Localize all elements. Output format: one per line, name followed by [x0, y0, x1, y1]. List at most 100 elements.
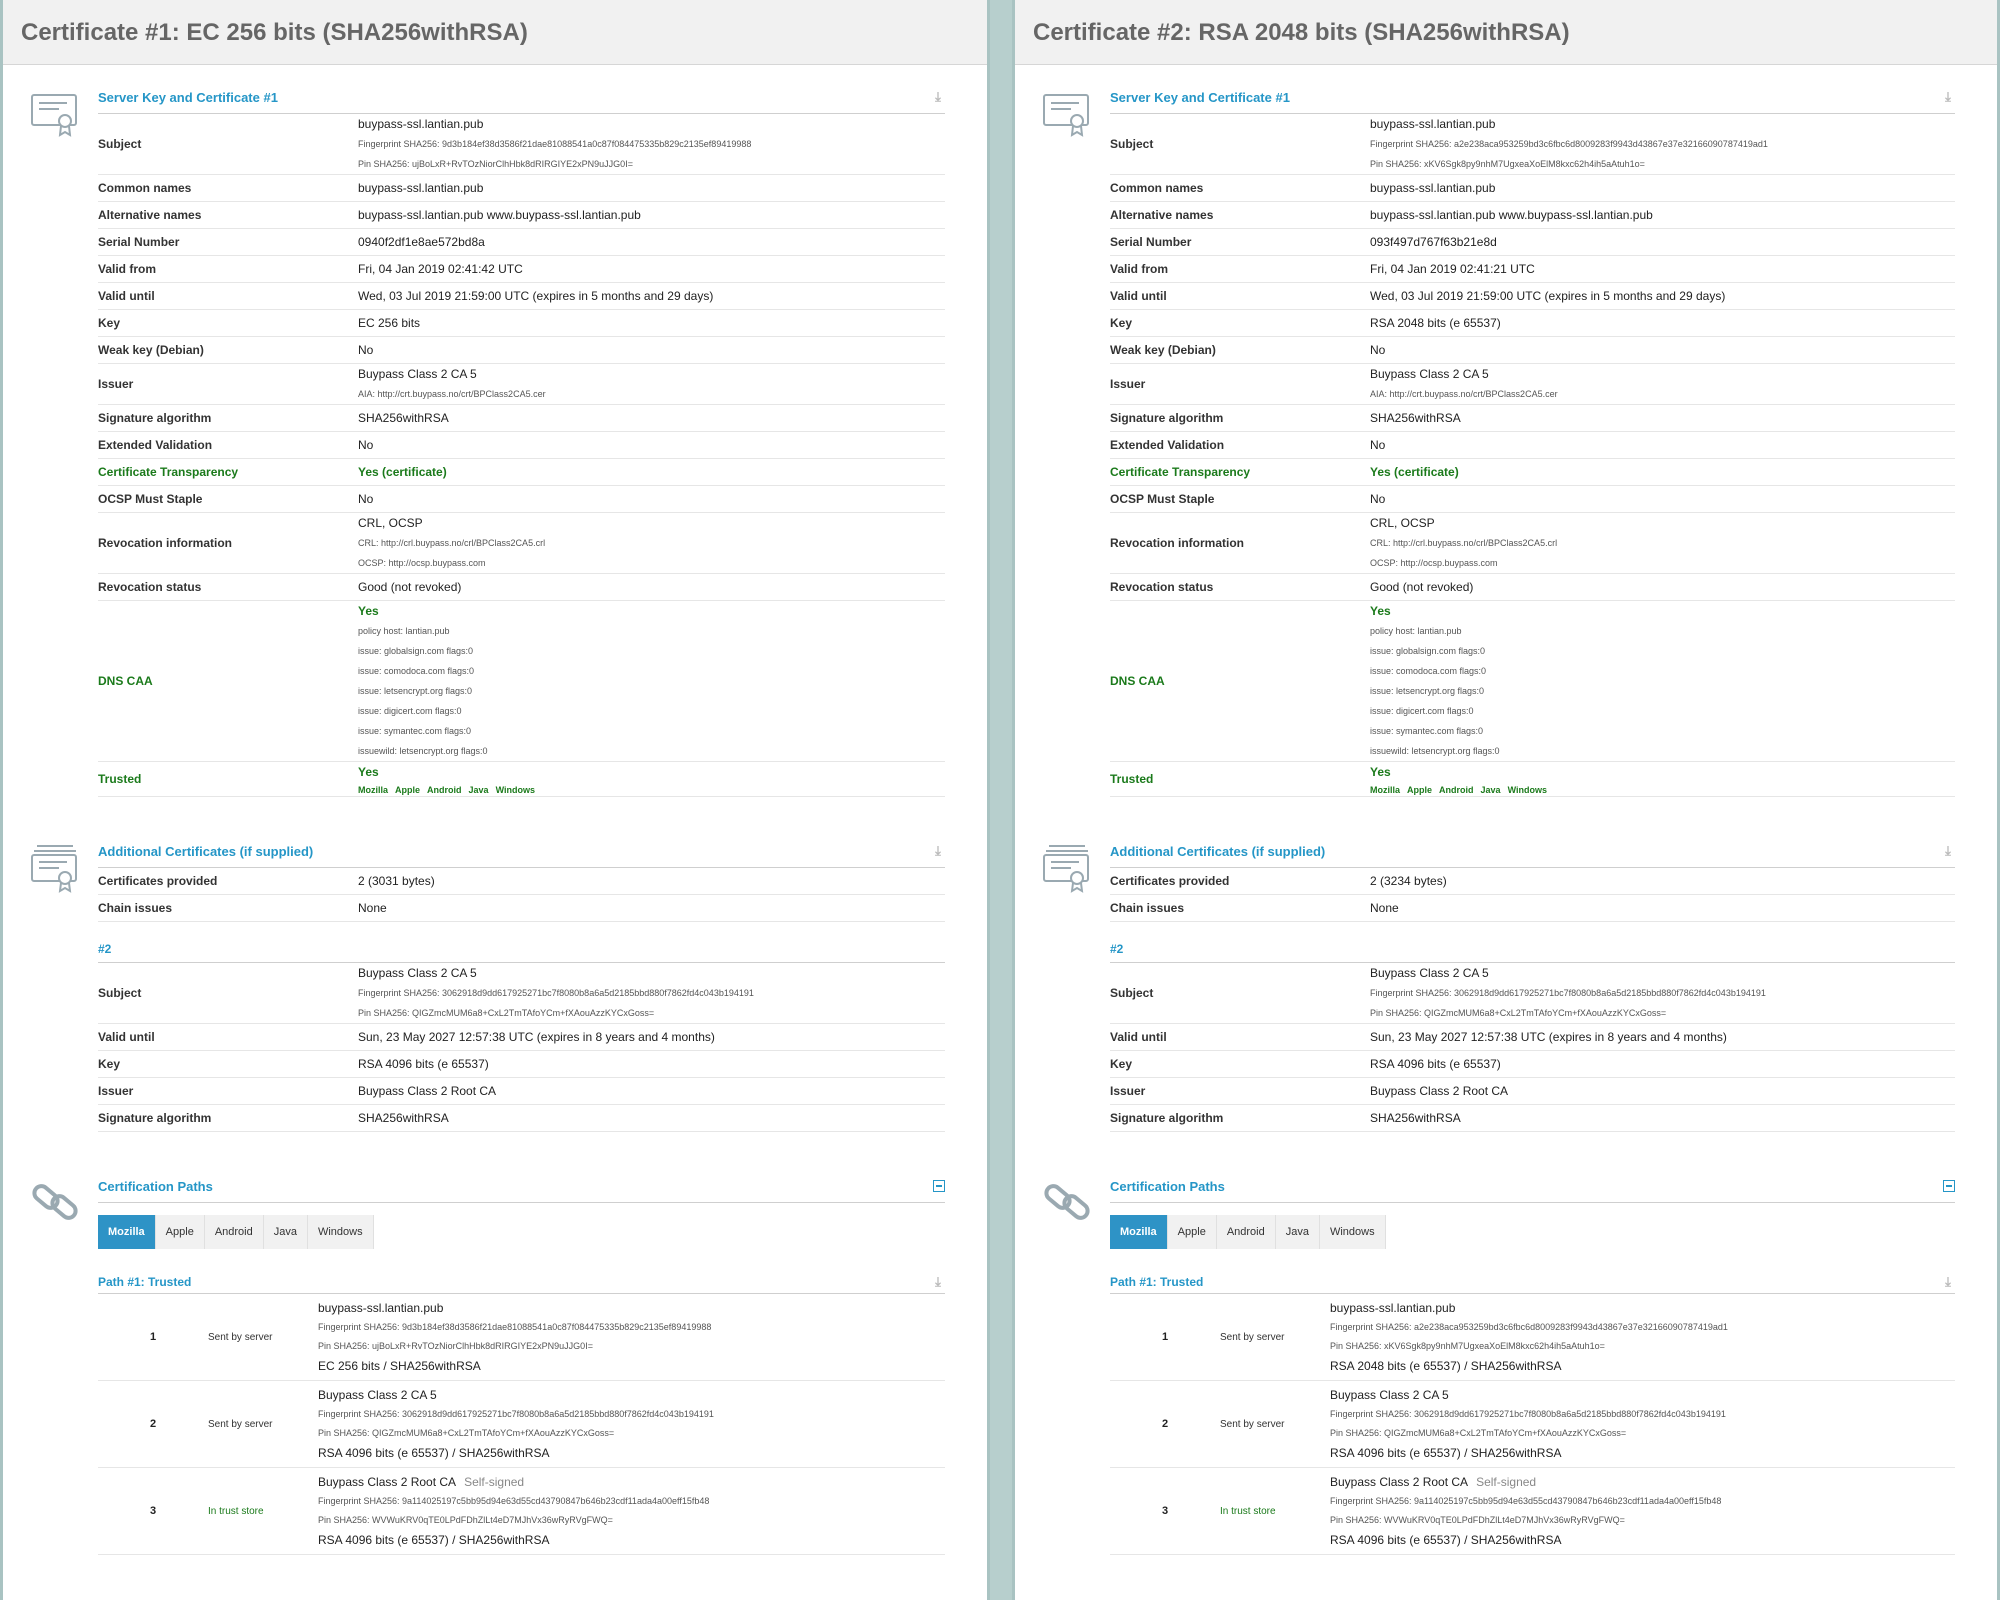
trust-store-list: Mozilla Apple Android Java Windows — [358, 782, 945, 796]
path-number: 2 — [1110, 1380, 1220, 1468]
trust-store-list: Mozilla Apple Android Java Windows — [1370, 782, 1955, 796]
caa-record: issue: symantec.com flags:0 — [358, 726, 472, 736]
path-table: 1 Sent by server buypass-ssl.lantian.pub Fi… — [1110, 1294, 1955, 1555]
issuer-aia[interactable]: AIA: http://crt.buypass.no/crt/BPClass2C… — [1370, 384, 1955, 404]
ocsp-must-staple-row: OCSP Must Staple No — [98, 485, 945, 513]
tab-mozilla[interactable]: Mozilla — [98, 1215, 156, 1249]
trust-store-apple: Apple — [1407, 785, 1433, 795]
tab-java[interactable]: Java — [1275, 1215, 1320, 1249]
path-number: 1 — [98, 1294, 208, 1381]
path-cert-name: Buypass Class 2 Root CA — [318, 1475, 457, 1489]
trust-store-windows: Windows — [1507, 785, 1547, 795]
subject-fingerprint: Fingerprint SHA256: 9d3b184ef38d3586f21d… — [358, 139, 752, 149]
path-row: 2 Sent by server Buypass Class 2 CA 5 Finge… — [98, 1380, 945, 1468]
server-key-section: Server Key and Certificate #1 ⤓ Subject … — [3, 87, 987, 797]
path-cert-name: Buypass Class 2 Root CA — [1330, 1475, 1469, 1489]
tab-windows[interactable]: Windows — [1319, 1215, 1386, 1249]
common-names-row: Common names buypass-ssl.lantian.pub — [1110, 174, 1955, 202]
path-fingerprint: Fingerprint SHA256: 9a114025197c5bb95d94… — [1330, 1496, 1722, 1506]
tab-windows[interactable]: Windows — [307, 1215, 374, 1249]
ocsp-link[interactable]: OCSP: http://ocsp.buypass.com — [1370, 553, 1955, 573]
certificates-provided-row: Certificates provided 2 (3234 bytes) — [1110, 868, 1955, 895]
path-row: 1 Sent by server buypass-ssl.lantian.pub Fi… — [98, 1294, 945, 1381]
path-cert-name: Buypass Class 2 CA 5 — [1330, 1388, 1449, 1402]
caa-record: issue: digicert.com flags:0 — [358, 706, 462, 716]
download-icon[interactable]: ⤓ — [931, 89, 945, 105]
crl-link[interactable]: CRL: http://crl.buypass.no/crl/BPClass2C… — [358, 533, 945, 553]
path-pin: Pin SHA256: QIGZmcMUM6a8+CxL2TmTAfoYCm+f… — [318, 1428, 615, 1438]
certificate-header: Certificate #2: RSA 2048 bits (SHA256wit… — [1015, 0, 1997, 65]
dns-caa-row: DNS CAA Yes policy host: lantian.pub issu… — [1110, 600, 1955, 762]
additional-key-row: Key RSA 4096 bits (e 65537) — [98, 1050, 945, 1078]
issuer-name: Buypass Class 2 CA 5 — [1370, 367, 1489, 381]
download-icon[interactable]: ⤓ — [1941, 89, 1955, 105]
additional-subject-row: Subject Buypass Class 2 CA 5 Fingerprint… — [1110, 963, 1955, 1024]
caa-record: issue: comodoca.com flags:0 — [1370, 666, 1487, 676]
common-names-row: Common names buypass-ssl.lantian.pub — [98, 174, 945, 202]
trust-store-apple: Apple — [395, 785, 421, 795]
certificates-stack-icon — [1043, 845, 1089, 893]
certificates-provided-row: Certificates provided 2 (3031 bytes) — [98, 868, 945, 895]
tab-apple[interactable]: Apple — [1167, 1215, 1217, 1249]
tab-mozilla[interactable]: Mozilla — [1110, 1215, 1168, 1249]
path-fingerprint: Fingerprint SHA256: a2e238aca953259bd3c6… — [1330, 1322, 1728, 1332]
server-key-section-title: Server Key and Certificate #1 — [1110, 89, 1290, 105]
certificate-icon — [31, 94, 77, 137]
additional-cert-number: #2 — [1110, 940, 1955, 963]
path-row: 3 In trust store Buypass Class 2 Root CA Se… — [98, 1467, 945, 1555]
download-icon[interactable]: ⤓ — [1941, 843, 1955, 859]
tab-android[interactable]: Android — [204, 1215, 264, 1249]
crl-link[interactable]: CRL: http://crl.buypass.no/crl/BPClass2C… — [1370, 533, 1955, 553]
collapse-icon[interactable] — [1943, 1180, 1955, 1192]
path-key: RSA 2048 bits (e 65537) / SHA256withRSA — [1330, 1359, 1562, 1373]
chain-issues-row: Chain issues None — [1110, 894, 1955, 922]
path-pin: Pin SHA256: WVWuKRV0qTE0LPdFDhZlLt4eD7MJ… — [318, 1515, 613, 1525]
path-table: 1 Sent by server buypass-ssl.lantian.pub Fi… — [98, 1294, 945, 1555]
path-pin: Pin SHA256: xKV6Sgk8py9nhM7UgxeaXoElM8kx… — [1330, 1341, 1605, 1351]
revocation-status-row: Revocation status Good (not revoked) — [98, 573, 945, 601]
trusted-row: Trusted Yes Mozilla Apple Android Java Windo… — [1110, 761, 1955, 797]
additional-issuer-row: Issuer Buypass Class 2 Root CA — [1110, 1077, 1955, 1105]
alternative-names-row: Alternative names buypass-ssl.lantian.pu… — [1110, 201, 1955, 229]
additional-certificates-title: Additional Certificates (if supplied) — [1110, 843, 1326, 859]
revocation-status-row: Revocation status Good (not revoked) — [1110, 573, 1955, 601]
path-row: 3 In trust store Buypass Class 2 Root CA Se… — [1110, 1467, 1955, 1555]
caa-record: issue: digicert.com flags:0 — [1370, 706, 1474, 716]
additional-certificates-section: Additional Certificates (if supplied) ⤓ … — [1015, 841, 1997, 1132]
tab-java[interactable]: Java — [263, 1215, 308, 1249]
additional-subject-row: Subject Buypass Class 2 CA 5 Fingerprint… — [98, 963, 945, 1024]
trust-store-mozilla: Mozilla — [358, 785, 389, 795]
caa-record: issue: letsencrypt.org flags:0 — [358, 686, 473, 696]
path-source: Sent by server — [208, 1380, 318, 1468]
collapse-icon[interactable] — [933, 1180, 945, 1192]
caa-record: issuewild: letsencrypt.org flags:0 — [1370, 746, 1500, 756]
additional-signature-algorithm-row: Signature algorithm SHA256withRSA — [1110, 1104, 1955, 1132]
path-row: 1 Sent by server buypass-ssl.lantian.pub Fi… — [1110, 1294, 1955, 1381]
additional-valid-until-row: Valid until Sun, 23 May 2027 12:57:38 UT… — [98, 1023, 945, 1051]
caa-record: issue: globalsign.com flags:0 — [358, 646, 474, 656]
subject-row: Subject buypass-ssl.lantian.pub Fingerpr… — [98, 114, 945, 175]
tab-android[interactable]: Android — [1216, 1215, 1276, 1249]
certificate-panel-2: Certificate #2: RSA 2048 bits (SHA256wit… — [1012, 0, 2000, 1600]
path-pin: Pin SHA256: QIGZmcMUM6a8+CxL2TmTAfoYCm+f… — [1330, 1428, 1627, 1438]
certificate-icon — [1043, 94, 1089, 137]
server-key-section-title: Server Key and Certificate #1 — [98, 89, 278, 105]
subject-pin: Pin SHA256: ujBoLxR+RvTOzNiorClhHbk8dRIR… — [358, 159, 633, 169]
path-key: RSA 4096 bits (e 65537) / SHA256withRSA — [318, 1446, 550, 1460]
subject-pin: Pin SHA256: xKV6Sgk8py9nhM7UgxeaXoElM8kx… — [1370, 159, 1645, 169]
download-icon[interactable]: ⤓ — [931, 1274, 945, 1290]
download-icon[interactable]: ⤓ — [931, 843, 945, 859]
additional-issuer-row: Issuer Buypass Class 2 Root CA — [98, 1077, 945, 1105]
issuer-aia[interactable]: AIA: http://crt.buypass.no/crt/BPClass2C… — [358, 384, 945, 404]
path-source: Sent by server — [1220, 1380, 1330, 1468]
tab-apple[interactable]: Apple — [155, 1215, 205, 1249]
path-number: 2 — [98, 1380, 208, 1468]
weak-key-row: Weak key (Debian) No — [98, 336, 945, 364]
path-title: Path #1: Trusted — [1110, 1275, 1204, 1289]
certification-paths-section: Certification Paths Mozilla Apple Android J… — [1015, 1176, 1997, 1555]
download-icon[interactable]: ⤓ — [1941, 1274, 1955, 1290]
path-cert-name: Buypass Class 2 CA 5 — [318, 1388, 437, 1402]
path-cert-name: buypass-ssl.lantian.pub — [318, 1301, 444, 1315]
ocsp-link[interactable]: OCSP: http://ocsp.buypass.com — [358, 553, 945, 573]
valid-until-row: Valid until Wed, 03 Jul 2019 21:59:00 UT… — [98, 282, 945, 310]
